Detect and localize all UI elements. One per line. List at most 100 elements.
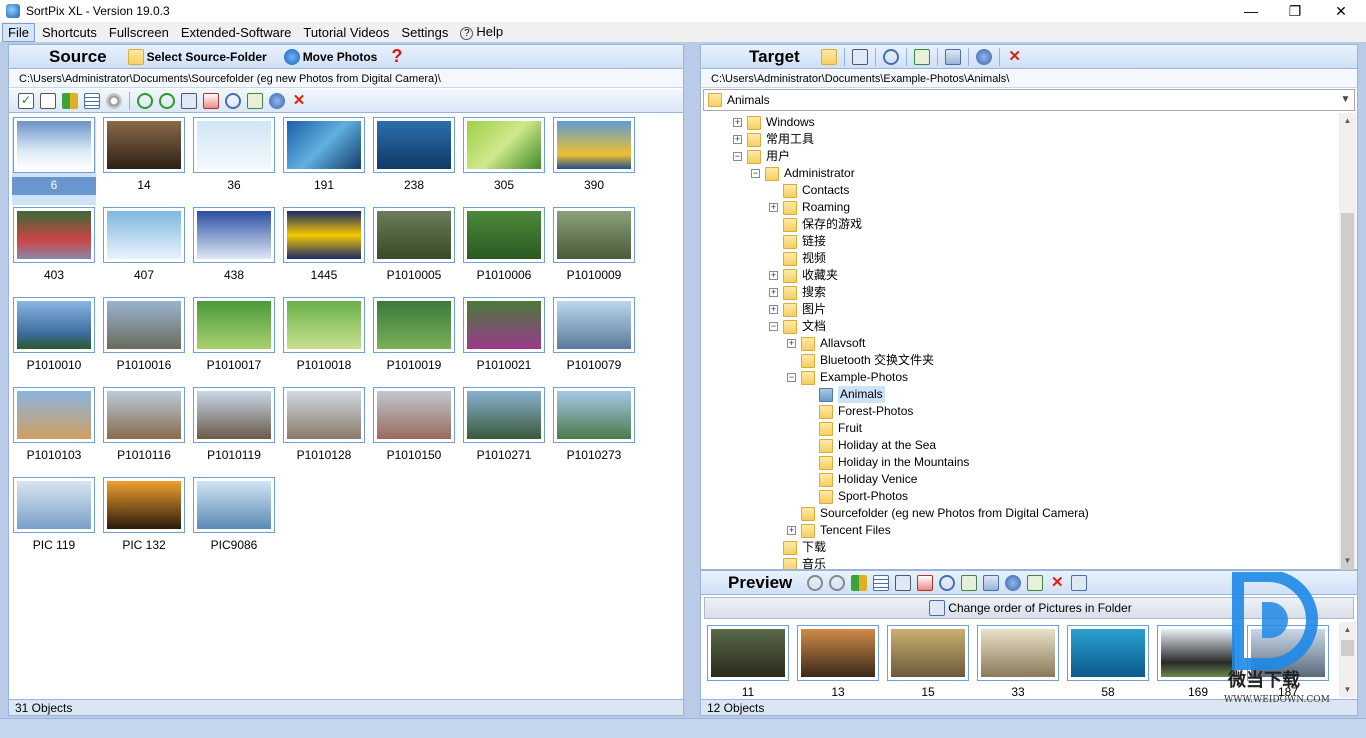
tree-node[interactable]: Sport-Photos	[805, 488, 908, 505]
collapse-icon[interactable]: −	[787, 373, 796, 382]
expand-icon[interactable]: +	[769, 305, 778, 314]
deselect-all-checkbox-icon[interactable]	[40, 92, 56, 109]
select-source-folder-button[interactable]: Select Source-Folder	[125, 48, 267, 65]
magnifier-icon[interactable]	[225, 92, 241, 109]
minimize-button[interactable]: —	[1228, 0, 1274, 22]
menu-fullscreen[interactable]: Fullscreen	[104, 24, 174, 41]
scroll-down-icon[interactable]: ▼	[1339, 553, 1356, 569]
photo-thumbnail[interactable]: P1010273	[552, 387, 636, 475]
photo-thumbnail[interactable]: PIC 119	[12, 477, 96, 565]
menu-file[interactable]: File	[2, 22, 35, 42]
tree-node[interactable]: Holiday at the Sea	[805, 437, 936, 454]
rotate-left-icon[interactable]	[807, 574, 824, 591]
photo-thumbnail[interactable]: 191	[282, 117, 366, 205]
photo-thumbnail[interactable]: P1010021	[462, 297, 546, 385]
sort-arrows-icon[interactable]	[62, 92, 78, 109]
tree-node[interactable]: + 搜索	[769, 284, 826, 301]
tree-node[interactable]: 链接	[769, 233, 826, 250]
tree-node[interactable]: − Administrator	[751, 165, 855, 182]
photo-thumbnail[interactable]: P1010016	[102, 297, 186, 385]
tree-node[interactable]: 视频	[769, 250, 826, 267]
tree-node[interactable]: Sourcefolder (eg new Photos from Digital…	[787, 505, 1089, 522]
delete-icon[interactable]: ✕	[291, 92, 307, 109]
expand-icon[interactable]: +	[769, 203, 778, 212]
photo-thumbnail[interactable]: P1010006	[462, 207, 546, 295]
photo-thumbnail[interactable]: P1010010	[12, 297, 96, 385]
tree-node[interactable]: Bluetooth 交换文件夹	[787, 352, 934, 369]
rotate-right-icon[interactable]	[829, 574, 846, 591]
photo-thumbnail[interactable]: 14	[102, 117, 186, 205]
copy-check-icon[interactable]	[247, 92, 263, 109]
tree-node[interactable]: Contacts	[769, 182, 849, 199]
tree-node[interactable]: Forest-Photos	[805, 403, 913, 420]
menu-settings[interactable]: Settings	[396, 24, 453, 41]
photo-thumbnail[interactable]: P1010009	[552, 207, 636, 295]
preview-thumbnail[interactable]: 33	[976, 625, 1060, 698]
info-icon[interactable]	[203, 92, 219, 109]
chevron-down-icon[interactable]: ▼	[1337, 90, 1354, 110]
tree-node[interactable]: 保存的游戏	[769, 216, 862, 233]
collapse-icon[interactable]: −	[751, 169, 760, 178]
photo-thumbnail[interactable]: 407	[102, 207, 186, 295]
tree-node[interactable]: + Allavsoft	[787, 335, 865, 352]
tree-node[interactable]: Animals	[805, 386, 885, 403]
expand-icon[interactable]: +	[733, 118, 742, 127]
menu-tutorial-videos[interactable]: Tutorial Videos	[298, 24, 394, 41]
tree-node[interactable]: + Roaming	[769, 199, 850, 216]
tree-node[interactable]: + 图片	[769, 301, 826, 318]
tree-node[interactable]: Fruit	[805, 420, 862, 437]
menu-shortcuts[interactable]: Shortcuts	[37, 24, 102, 41]
tree-node[interactable]: + 收藏夹	[769, 267, 838, 284]
tree-node[interactable]: − 文档	[769, 318, 826, 335]
menu-extended-software[interactable]: Extended-Software	[176, 24, 297, 41]
tree-node[interactable]: − Example-Photos	[787, 369, 908, 386]
preview-thumbnail[interactable]: 58	[1066, 625, 1150, 698]
delete-icon[interactable]: ✕	[1049, 574, 1065, 591]
photo-thumbnail[interactable]: 390	[552, 117, 636, 205]
slideshow-icon[interactable]	[1027, 574, 1044, 591]
photo-thumbnail[interactable]: 403	[12, 207, 96, 295]
expand-icon[interactable]: +	[769, 271, 778, 280]
photo-thumbnail[interactable]: 238	[372, 117, 456, 205]
maximize-button[interactable]: ❐	[1272, 0, 1318, 22]
photo-thumbnail[interactable]: P1010017	[192, 297, 276, 385]
info-icon[interactable]	[917, 574, 934, 591]
photo-thumbnail[interactable]: P1010116	[102, 387, 186, 475]
globe-icon[interactable]	[1005, 574, 1022, 591]
rename-icon[interactable]	[851, 48, 868, 65]
tree-node[interactable]: + 常用工具	[733, 131, 814, 148]
tree-node[interactable]: − 用户	[733, 148, 790, 165]
photo-thumbnail[interactable]: PIC9086	[192, 477, 276, 565]
photo-thumbnail[interactable]: P1010271	[462, 387, 546, 475]
copy-check-icon[interactable]	[913, 48, 930, 65]
monitor-icon[interactable]	[983, 574, 1000, 591]
target-folder-combo[interactable]: Animals ▼	[703, 89, 1355, 111]
rotate-left-icon[interactable]	[137, 92, 153, 109]
tree-node[interactable]: Holiday in the Mountains	[805, 454, 969, 471]
tree-scrollbar-thumb[interactable]	[1341, 213, 1354, 583]
select-all-checkbox-icon[interactable]: ✓	[18, 92, 34, 109]
search-icon[interactable]	[882, 48, 899, 65]
rotate-right-icon[interactable]	[159, 92, 175, 109]
photo-thumbnail[interactable]: P1010150	[372, 387, 456, 475]
photo-thumbnail[interactable]: P1010119	[192, 387, 276, 475]
photo-thumbnail[interactable]: 305	[462, 117, 546, 205]
photo-thumbnail[interactable]: P1010018	[282, 297, 366, 385]
preview-thumbnail[interactable]: 11	[706, 625, 790, 698]
globe-icon[interactable]	[269, 92, 285, 109]
reorder-icon[interactable]	[1071, 574, 1088, 591]
tree-node[interactable]: 下载	[769, 539, 826, 556]
resize-icon[interactable]	[181, 92, 197, 109]
copy-check-icon[interactable]	[961, 574, 978, 591]
collapse-icon[interactable]: −	[733, 152, 742, 161]
preview-thumbnail[interactable]: 13	[796, 625, 880, 698]
tree-node[interactable]: + Tencent Files	[787, 522, 891, 539]
expand-icon[interactable]: +	[769, 288, 778, 297]
photo-thumbnail[interactable]: 6	[12, 117, 96, 205]
photo-thumbnail[interactable]: P1010005	[372, 207, 456, 295]
menu-help[interactable]: ? Help	[455, 23, 508, 41]
expand-icon[interactable]: +	[733, 135, 742, 144]
photo-thumbnail[interactable]: P1010019	[372, 297, 456, 385]
tree-node[interactable]: 音乐	[769, 556, 826, 569]
scroll-up-icon[interactable]: ▲	[1339, 113, 1356, 129]
